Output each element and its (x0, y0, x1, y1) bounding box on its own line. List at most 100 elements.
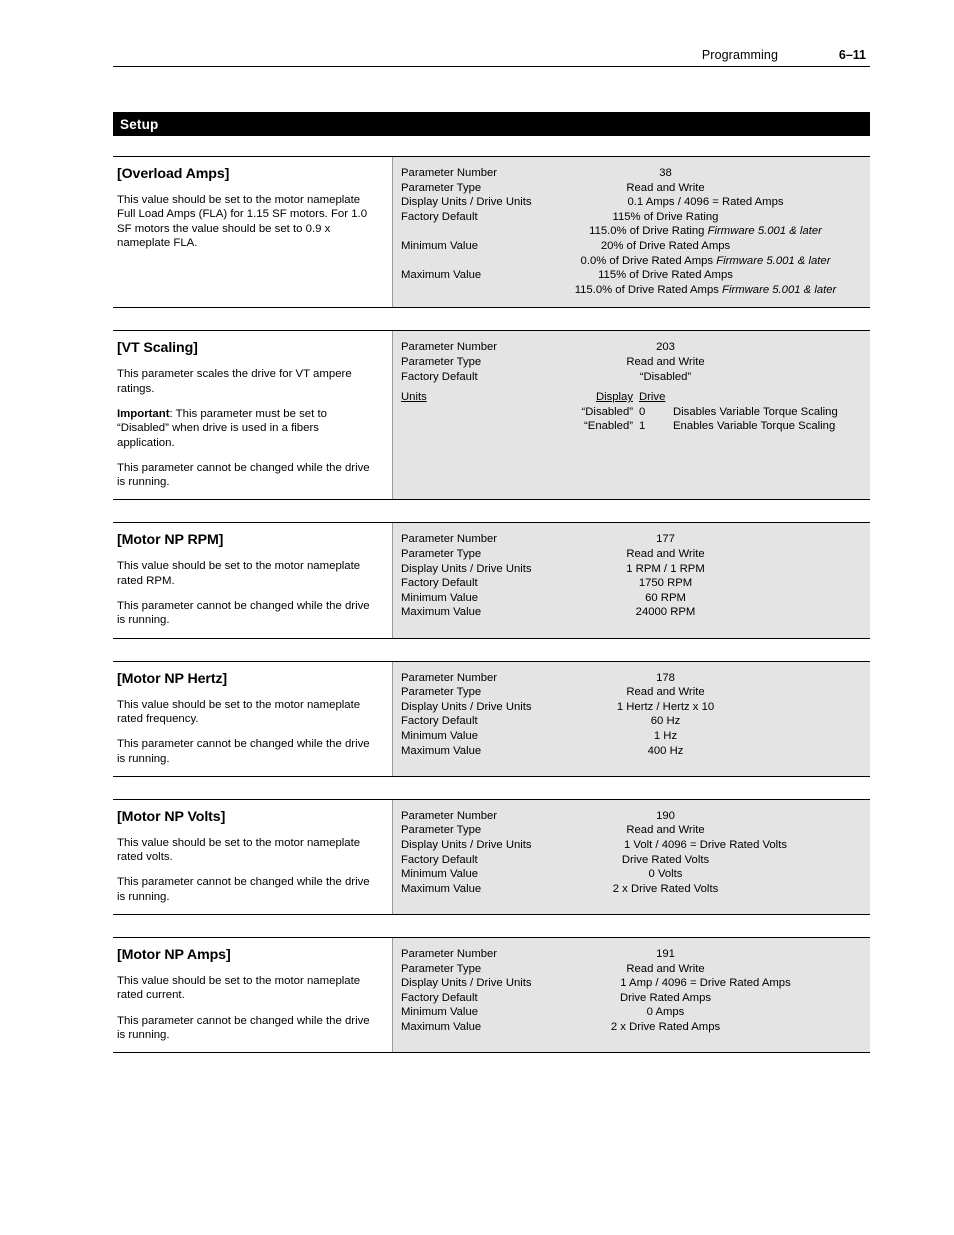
parameter-description-pane: [Motor NP Volts] This value should be se… (113, 799, 392, 914)
spec-row-factory-default: Factory Default 60 Hz (401, 714, 862, 729)
spec-label: Parameter Type (401, 355, 482, 368)
spec-label: Parameter Type (401, 962, 482, 975)
parameter-title: [Motor NP Amps] (117, 946, 231, 963)
spec-label: Parameter Number (401, 533, 498, 546)
spec-label-units: Units (401, 391, 427, 404)
spec-label: Maximum Value (401, 744, 482, 757)
spec-label: Minimum Value (401, 591, 479, 604)
spec-label: Factory Default (401, 210, 478, 223)
enum-header-drive: Drive (639, 391, 666, 404)
spec-row-parameter-type: Parameter Type Read and Write (401, 685, 862, 700)
parameter-description: This parameter cannot be changed while t… (117, 738, 370, 765)
spec-row-factory-default-firmware: 115.0% of Drive Rating Firmware 5.001 & … (401, 224, 862, 239)
spec-value: Drive Rated Volts (621, 853, 710, 866)
header-divider (113, 66, 870, 67)
spec-value: 178 (656, 671, 675, 684)
parameter-title: [VT Scaling] (117, 340, 198, 357)
parameter-spec-pane: Parameter Number 190 Parameter Type Read… (392, 799, 870, 914)
enum-display-value: “Enabled” (584, 420, 633, 433)
spec-value: 24000 RPM (635, 606, 696, 619)
spec-value: 203 (656, 341, 675, 354)
spec-value: 191 (656, 947, 675, 960)
parameter-title: [Motor NP Hertz] (117, 670, 228, 687)
spec-value: 2 x Drive Rated Volts (612, 882, 719, 895)
spec-row-minimum-value: Minimum Value 0 Amps (401, 1005, 862, 1020)
enum-label-placeholder (401, 419, 549, 434)
spec-row-parameter-type: Parameter Type Read and Write (401, 355, 862, 370)
spec-row-factory-default: Factory Default 1750 RPM (401, 576, 862, 591)
parameter-block-motor-np-amps: [Motor NP Amps] This value should be set… (113, 936, 870, 1054)
spec-row-display-drive-units: Display Units / Drive Units 1 RPM / 1 RP… (401, 562, 862, 577)
spec-row-minimum-value-firmware: 0.0% of Drive Rated Amps Firmware 5.001 … (401, 254, 862, 269)
spec-row-maximum-value: Maximum Value 2 x Drive Rated Amps (401, 1020, 862, 1035)
parameter-description: This parameter cannot be changed while t… (117, 1014, 370, 1041)
spec-label: Parameter Number (401, 671, 498, 684)
parameter-description: This parameter cannot be changed while t… (117, 600, 370, 627)
spec-label: Parameter Type (401, 181, 482, 194)
spec-row-parameter-type: Parameter Type Read and Write (401, 962, 862, 977)
spec-value: 400 Hz (647, 744, 684, 757)
spec-value: Read and Write (626, 355, 705, 368)
enum-drive-value: 1 (639, 420, 646, 433)
enum-header-display: Display (595, 391, 633, 404)
spec-row-parameter-number: Parameter Number 191 (401, 947, 862, 962)
parameter-block-overload-amps: [Overload Amps] This value should be set… (113, 156, 870, 309)
parameter-description-pane: [Motor NP RPM] This value should be set … (113, 523, 392, 638)
parameter-description-pane: [VT Scaling] This parameter scales the d… (113, 331, 392, 500)
parameter-block-motor-np-rpm: [Motor NP RPM] This value should be set … (113, 522, 870, 639)
firmware-note: Firmware 5.001 & later (707, 225, 822, 238)
parameter-spec-pane: Parameter Number 191 Parameter Type Read… (392, 937, 870, 1053)
spec-row-display-drive-units: Display Units / Drive Units 0.1 Amps / 4… (401, 195, 862, 210)
parameter-block-motor-np-volts: [Motor NP Volts] This value should be se… (113, 798, 870, 915)
spec-row-parameter-type: Parameter Type Read and Write (401, 823, 862, 838)
parameter-description: This parameter cannot be changed while t… (117, 461, 370, 489)
spec-value: “Disabled” (639, 370, 692, 383)
spec-value-alt: 115.0% of Drive Rating Firmware 5.001 & … (549, 224, 862, 239)
spec-label: Minimum Value (401, 1006, 479, 1019)
parameter-description-important: Important: This parameter must be set to… (117, 407, 379, 450)
spec-row-maximum-value: Maximum Value 24000 RPM (401, 605, 862, 620)
spec-label: Parameter Type (401, 686, 482, 699)
spec-value: 0 Volts (648, 868, 683, 881)
spec-label: Minimum Value (401, 239, 479, 252)
spec-row-parameter-number: Parameter Number 190 (401, 809, 862, 824)
spec-row-factory-default: Factory Default Drive Rated Volts (401, 853, 862, 868)
parameter-description: This value should be set to the motor na… (117, 698, 361, 725)
spec-value: 60 Hz (650, 715, 681, 728)
spec-value: Drive Rated Amps (619, 991, 712, 1004)
spec-label: Parameter Number (401, 809, 498, 822)
parameter-spec-pane: Parameter Number 38 Parameter Type Read … (392, 157, 870, 308)
spec-row-maximum-value: Maximum Value 400 Hz (401, 744, 862, 759)
spec-label: Display Units / Drive Units (401, 838, 532, 851)
spec-value: Read and Write (626, 962, 705, 975)
spec-value-alt-text: 115.0% of Drive Rated Amps (574, 283, 719, 296)
spec-row-parameter-number: Parameter Number 178 (401, 671, 862, 686)
spec-row-parameter-number: Parameter Number 177 (401, 532, 862, 547)
spec-value: Read and Write (626, 548, 705, 561)
spec-value: 0.1 Amps / 4096 = Rated Amps (627, 196, 784, 209)
spec-value-alt: 0.0% of Drive Rated Amps Firmware 5.001 … (549, 254, 862, 269)
spec-value-alt: 115.0% of Drive Rated Amps Firmware 5.00… (549, 283, 862, 298)
spec-value: Read and Write (626, 181, 705, 194)
spec-row-minimum-value: Minimum Value 60 RPM (401, 591, 862, 606)
spec-row-display-drive-units: Display Units / Drive Units 1 Volt / 409… (401, 838, 862, 853)
enum-description: Enables Variable Torque Scaling (673, 420, 836, 433)
spec-label: Factory Default (401, 370, 478, 383)
parameter-spec-pane: Parameter Number 203 Parameter Type Read… (392, 331, 870, 500)
spec-value: 1 Hertz / Hertz x 10 (616, 700, 715, 713)
spec-label: Maximum Value (401, 606, 482, 619)
spec-label: Display Units / Drive Units (401, 700, 532, 713)
spec-label: Maximum Value (401, 269, 482, 282)
spec-value: 190 (656, 809, 675, 822)
firmware-note: Firmware 5.001 & later (722, 283, 837, 296)
parameter-description-pane: [Motor NP Hertz] This value should be se… (113, 661, 392, 776)
spec-label: Minimum Value (401, 868, 479, 881)
parameter-block-vt-scaling: [VT Scaling] This parameter scales the d… (113, 330, 870, 501)
spec-row-parameter-type: Parameter Type Read and Write (401, 181, 862, 196)
spec-value: 115% of Drive Rating (612, 210, 719, 223)
spec-row-display-drive-units: Display Units / Drive Units 1 Hertz / He… (401, 700, 862, 715)
page-header: Programming 6–11 (113, 48, 870, 67)
spec-row-maximum-value-firmware: 115.0% of Drive Rated Amps Firmware 5.00… (401, 283, 862, 298)
spec-label: Factory Default (401, 853, 478, 866)
spec-label: Parameter Number (401, 947, 498, 960)
